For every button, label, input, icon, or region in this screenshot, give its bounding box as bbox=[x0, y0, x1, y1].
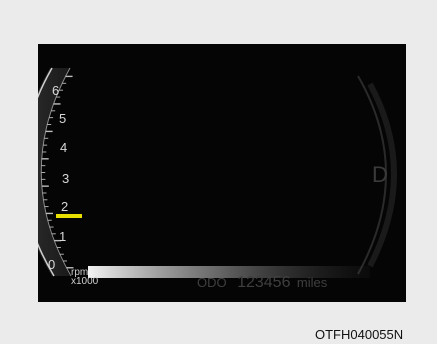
tick-label-1: 1 bbox=[59, 229, 67, 244]
rpm-indicator-bar bbox=[56, 214, 82, 218]
odometer-label: ODO bbox=[197, 275, 227, 290]
odometer-unit: miles bbox=[296, 275, 328, 290]
rpm-unit-label: rpm x1000 bbox=[71, 268, 99, 287]
tick-label-4: 4 bbox=[60, 140, 68, 155]
odometer-readout: ODO 123456 miles bbox=[197, 274, 327, 292]
cluster-graphics bbox=[38, 67, 397, 278]
tick-label-6: 6 bbox=[52, 83, 60, 98]
tick-label-5: 5 bbox=[59, 111, 67, 126]
gear-indicator: D bbox=[372, 162, 388, 187]
odometer-value: 123456 bbox=[237, 274, 291, 291]
tick-label-3: 3 bbox=[62, 171, 70, 186]
rpm-unit-line2: x1000 bbox=[71, 276, 99, 287]
instrument-cluster-display: 6 5 4 3 2 1 0 rpm x1000 ODO 123456 miles… bbox=[38, 44, 406, 302]
figure-code-caption: OTFH040055N bbox=[315, 327, 404, 342]
tick-label-2: 2 bbox=[61, 199, 69, 214]
tick-label-0: 0 bbox=[48, 257, 56, 272]
